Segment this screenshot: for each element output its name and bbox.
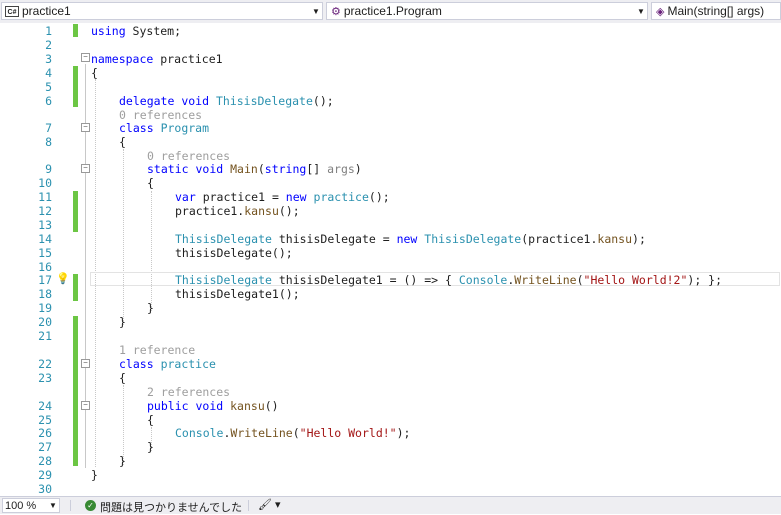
code-line-26: Console.WriteLine("Hello World!"); [175, 426, 411, 440]
lightbulb-icon[interactable]: 💡 [56, 273, 70, 285]
zoom-dropdown[interactable]: 100 % ▼ [2, 498, 60, 513]
codelens-references[interactable]: 1 reference [119, 343, 195, 357]
change-marker [73, 66, 78, 107]
line-number: 10 [38, 176, 52, 190]
code-line-3: namespace practice1 [91, 52, 223, 66]
code-line-12: practice1.kansu(); [175, 204, 300, 218]
line-number: 28 [38, 454, 52, 468]
line-number: 13 [38, 218, 52, 232]
code-line-29: } [91, 468, 98, 482]
code-line-19: } [147, 301, 154, 315]
indent-guide [151, 191, 152, 311]
line-number: 20 [38, 315, 52, 329]
code-line-8: { [119, 135, 126, 149]
code-line-25: { [147, 413, 154, 427]
line-number: 3 [45, 52, 52, 66]
chevron-down-icon: ▼ [312, 6, 320, 16]
line-number: 7 [45, 121, 52, 135]
code-line-28: } [119, 454, 126, 468]
code-line-17: ThisisDelegate thisisDelegate1 = () => {… [175, 273, 723, 287]
check-circle-icon: ✓ [85, 500, 96, 511]
class-icon: ⚙ [331, 5, 341, 18]
issues-status[interactable]: 問題は見つかりませんでした [100, 499, 242, 515]
zoom-level: 100 % [5, 499, 37, 512]
status-bar: 100 % ▼ ✓ 問題は見つかりませんでした 🖌 ▾ [0, 496, 781, 514]
indent-guide [123, 385, 124, 465]
line-number: 16 [38, 260, 52, 274]
project-name: practice1 [22, 4, 71, 18]
navigation-bar: C# practice1 ▼ ⚙ practice1.Program ▼ ◈ M… [0, 0, 781, 24]
collapse-icon[interactable]: − [81, 123, 90, 132]
line-number: 14 [38, 232, 52, 246]
code-cleanup-brush-icon[interactable]: 🖌 ▾ [258, 498, 281, 511]
code-line-6: delegate void ThisisDelegate(); [119, 94, 334, 108]
project-dropdown[interactable]: C# practice1 ▼ [1, 2, 323, 20]
code-line-9: static void Main(string[] args) [147, 162, 362, 176]
method-icon: ◈ [656, 5, 665, 18]
change-marker [73, 316, 78, 466]
code-line-1: using System; [91, 24, 182, 38]
line-number: 24 [38, 399, 52, 413]
code-line-4: { [91, 66, 98, 80]
code-line-20: } [119, 315, 126, 329]
codelens-references[interactable]: 2 references [147, 385, 230, 399]
divider [70, 500, 71, 511]
line-number: 18 [38, 287, 52, 301]
code-line-23: { [119, 371, 126, 385]
code-line-11: var practice1 = new practice(); [175, 190, 390, 204]
code-line-22: class practice [119, 357, 216, 371]
code-line-7: class Program [119, 121, 210, 135]
member-dropdown[interactable]: ◈ Main(string[] args) [651, 2, 781, 20]
collapse-icon[interactable]: − [81, 401, 90, 410]
line-number: 22 [38, 357, 52, 371]
line-number: 12 [38, 204, 52, 218]
code-line-10: { [147, 176, 154, 190]
line-number: 2 [45, 38, 52, 52]
code-editor[interactable]: 1 2 3 4 5 6 7 8 9 10 11 12 13 14 15 16 17 18 19 20 21 22 23 24 2… [0, 23, 781, 496]
member-name: Main(string[] args) [667, 4, 765, 18]
collapse-icon[interactable]: − [81, 164, 90, 173]
line-number: 23 [38, 371, 52, 385]
line-number: 17 [38, 273, 52, 287]
csharp-project-icon: C# [5, 5, 19, 17]
class-dropdown[interactable]: ⚙ practice1.Program ▼ [326, 2, 648, 20]
change-marker [73, 191, 78, 232]
codelens-references[interactable]: 0 references [119, 108, 202, 122]
code-line-24: public void kansu() [147, 399, 279, 413]
collapse-icon[interactable]: − [81, 359, 90, 368]
collapse-icon[interactable]: − [81, 53, 90, 62]
line-number: 11 [38, 190, 52, 204]
line-number: 5 [45, 80, 52, 94]
class-name: practice1.Program [343, 4, 442, 18]
line-number: 27 [38, 440, 52, 454]
line-number: 29 [38, 468, 52, 482]
line-number: 30 [38, 482, 52, 496]
line-number: 15 [38, 246, 52, 260]
divider [248, 500, 249, 511]
line-number: 19 [38, 301, 52, 315]
line-number: 4 [45, 66, 52, 80]
code-line-27: } [147, 440, 154, 454]
line-number: 26 [38, 426, 52, 440]
code-line-18: thisisDelegate1(); [175, 287, 300, 301]
line-number: 6 [45, 94, 52, 108]
line-number: 21 [38, 329, 52, 343]
chevron-down-icon: ▼ [49, 501, 57, 510]
change-marker [73, 24, 78, 37]
change-marker [73, 274, 78, 301]
codelens-references[interactable]: 0 references [147, 149, 230, 163]
line-number: 9 [45, 162, 52, 176]
line-number: 1 [45, 24, 52, 38]
indent-guide [123, 149, 124, 325]
line-number: 25 [38, 413, 52, 427]
code-line-14: ThisisDelegate thisisDelegate = new This… [175, 232, 646, 246]
line-number: 8 [45, 135, 52, 149]
code-line-15: thisisDelegate(); [175, 246, 293, 260]
chevron-down-icon: ▼ [637, 6, 645, 16]
